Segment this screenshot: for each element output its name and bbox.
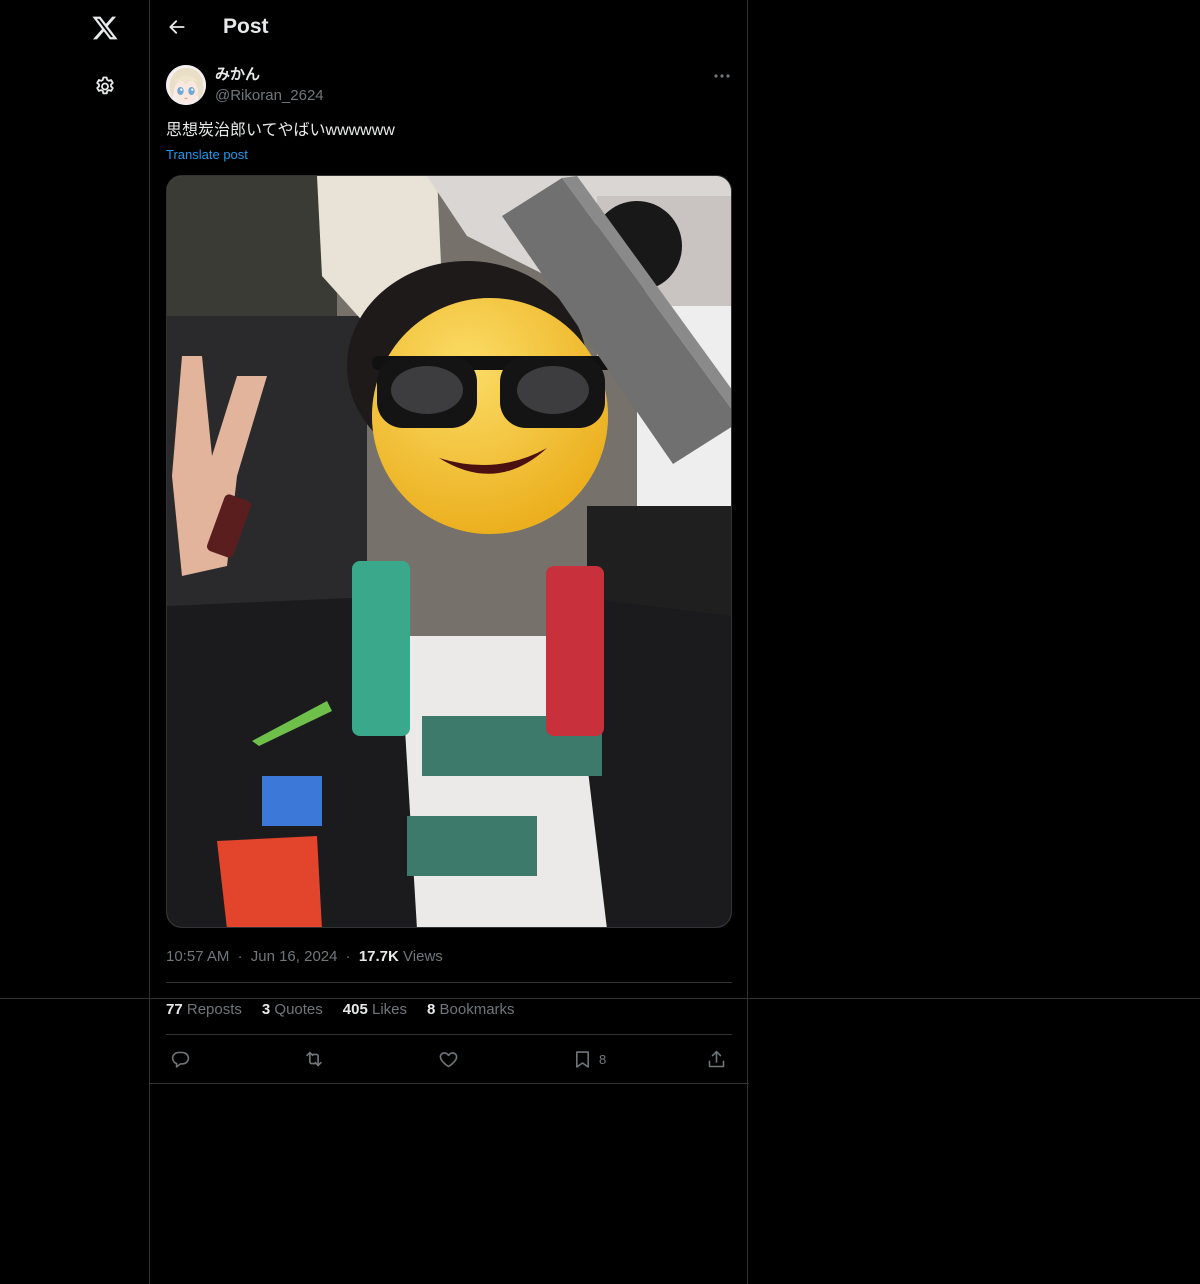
avatar[interactable] xyxy=(166,65,206,105)
reply-button[interactable] xyxy=(170,1045,191,1073)
post-meta: 10:57 AM · Jun 16, 2024 · 17.7K Views xyxy=(166,947,443,967)
reply-icon xyxy=(171,1051,190,1068)
post-time[interactable]: 10:57 AM xyxy=(166,948,229,965)
repost-icon xyxy=(306,1051,322,1067)
divider-line xyxy=(166,982,732,983)
left-navigation xyxy=(0,0,149,1284)
share-icon xyxy=(708,1050,725,1067)
like-button[interactable] xyxy=(438,1045,459,1073)
bookmark-count: 8 xyxy=(599,1051,607,1067)
bookmark-button[interactable]: 8 xyxy=(572,1045,606,1073)
page-title: Post xyxy=(223,15,269,38)
quotes-count: 3 xyxy=(261,1001,271,1018)
likes-stat[interactable]: 405 Likes xyxy=(343,1000,407,1020)
meta-separator: · xyxy=(237,948,243,965)
quotes-stat[interactable]: 3 Quotes xyxy=(262,1000,323,1020)
post-header: Post xyxy=(150,0,749,54)
translate-post-link[interactable]: Translate post xyxy=(166,147,248,163)
reposts-count: 77 xyxy=(166,1001,183,1018)
bookmarks-count: 8 xyxy=(427,1001,436,1018)
divider-line xyxy=(166,1034,732,1035)
bookmarks-stat[interactable]: 8 Bookmarks xyxy=(427,1000,515,1020)
x-logo-icon[interactable] xyxy=(89,12,121,44)
post-image[interactable] xyxy=(166,175,732,928)
post-text: 思想炭治郎いてやばいwwwwww xyxy=(166,122,395,139)
views-label: Views xyxy=(403,948,443,965)
back-button[interactable] xyxy=(164,14,190,40)
bookmark-icon xyxy=(576,1050,589,1068)
more-options-icon xyxy=(714,74,730,78)
meta-separator: · xyxy=(345,948,351,965)
post-column: Post みかん @Rikoran_2624 思想炭治郎いてやばいwwwwww … xyxy=(149,0,749,1284)
likes-label: Likes xyxy=(371,1001,408,1018)
gear-icon[interactable] xyxy=(91,73,119,101)
divider-line xyxy=(150,1083,749,1084)
bookmarks-label: Bookmarks xyxy=(439,1001,515,1018)
page: Post みかん @Rikoran_2624 思想炭治郎いてやばいwwwwww … xyxy=(0,0,1200,1284)
author-handle[interactable]: @Rikoran_2624 xyxy=(215,87,324,105)
reposts-stat[interactable]: 77 Reposts xyxy=(166,1000,242,1020)
action-bar: 8 xyxy=(166,1045,732,1073)
likes-count: 405 xyxy=(342,1001,368,1018)
reposts-label: Reposts xyxy=(186,1001,242,1018)
engagement-stats: 77 Reposts 3 Quotes 405 Likes 8 Bookmark… xyxy=(166,1000,515,1020)
post-date[interactable]: Jun 16, 2024 xyxy=(251,948,338,965)
more-options-button[interactable] xyxy=(710,66,734,86)
share-button[interactable] xyxy=(706,1045,727,1073)
views-count: 17.7K xyxy=(358,948,399,965)
repost-button[interactable] xyxy=(303,1045,325,1073)
quotes-label: Quotes xyxy=(274,1001,323,1018)
like-icon xyxy=(439,1051,458,1067)
back-arrow-icon xyxy=(169,20,185,34)
author-name[interactable]: みかん xyxy=(215,66,260,84)
